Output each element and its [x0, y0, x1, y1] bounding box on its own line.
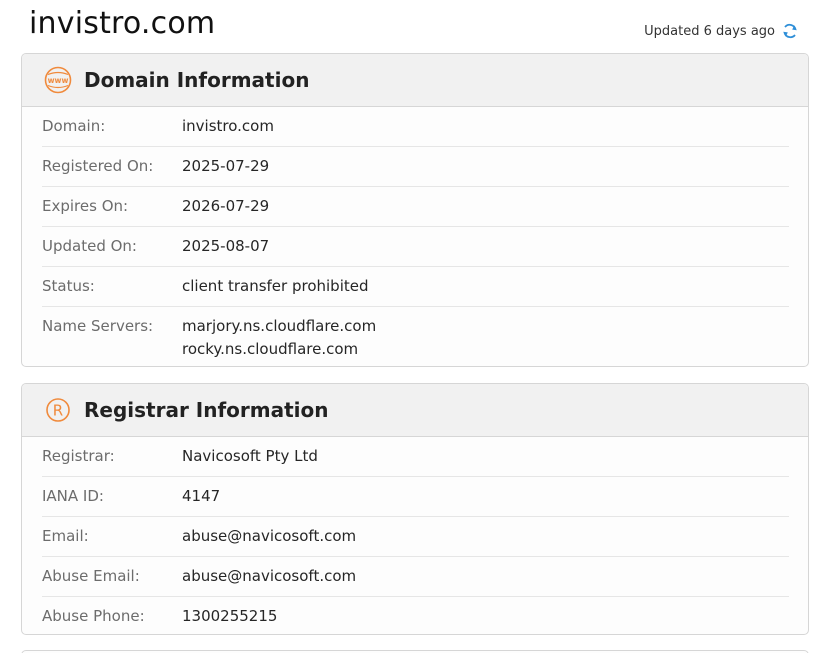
value-updated-on: 2025-08-07: [182, 237, 270, 255]
value-name-servers: marjory.ns.cloudflare.com rocky.ns.cloud…: [182, 315, 376, 361]
value-expires-on: 2026-07-29: [182, 197, 270, 215]
updated-status: Updated 6 days ago: [644, 22, 799, 40]
label-expires-on: Expires On:: [42, 197, 129, 215]
refresh-icon[interactable]: [781, 22, 799, 40]
registrar-information-card: R Registrar Information Registrar: Navic…: [21, 383, 809, 635]
row-registrar: Registrar: Navicosoft Pty Ltd: [42, 437, 789, 477]
value-abuse-phone: 1300255215: [182, 607, 278, 625]
label-name-servers: Name Servers:: [42, 317, 154, 335]
domain-information-header: www Domain Information: [22, 54, 808, 107]
domain-information-title: Domain Information: [84, 68, 310, 92]
page-title: invistro.com: [29, 6, 216, 41]
label-abuse-email: Abuse Email:: [42, 567, 140, 585]
row-status: Status: client transfer prohibited: [42, 267, 789, 307]
registrar-information-header: R Registrar Information: [22, 384, 808, 437]
label-iana-id: IANA ID:: [42, 487, 104, 505]
header: invistro.com Updated 6 days ago: [29, 4, 799, 48]
row-expires-on: Expires On: 2026-07-29: [42, 187, 789, 227]
value-status: client transfer prohibited: [182, 277, 369, 295]
label-registered-on: Registered On:: [42, 157, 154, 175]
domain-information-card: www Domain Information Domain: invistro.…: [21, 53, 809, 367]
value-abuse-email: abuse@navicosoft.com: [182, 567, 357, 585]
svg-text:www: www: [48, 76, 69, 85]
value-email: abuse@navicosoft.com: [182, 527, 357, 545]
row-iana-id: IANA ID: 4147: [42, 477, 789, 517]
label-updated-on: Updated On:: [42, 237, 137, 255]
value-domain: invistro.com: [182, 117, 274, 135]
name-server-2: rocky.ns.cloudflare.com: [182, 340, 359, 358]
label-registrar: Registrar:: [42, 447, 115, 465]
label-domain: Domain:: [42, 117, 106, 135]
registrar-information-rows: Registrar: Navicosoft Pty Ltd IANA ID: 4…: [22, 437, 808, 634]
value-registrar: Navicosoft Pty Ltd: [182, 447, 318, 465]
www-globe-icon: www: [44, 66, 72, 94]
row-email: Email: abuse@navicosoft.com: [42, 517, 789, 557]
registered-trademark-icon: R: [44, 396, 72, 424]
label-status: Status:: [42, 277, 95, 295]
whois-page: invistro.com Updated 6 days ago www Doma…: [0, 0, 821, 653]
label-abuse-phone: Abuse Phone:: [42, 607, 145, 625]
svg-text:R: R: [53, 402, 63, 420]
updated-text: Updated 6 days ago: [644, 23, 775, 39]
row-domain: Domain: invistro.com: [42, 107, 789, 147]
row-name-servers: Name Servers: marjory.ns.cloudflare.com …: [42, 307, 789, 366]
row-abuse-phone: Abuse Phone: 1300255215: [42, 597, 789, 634]
row-abuse-email: Abuse Email: abuse@navicosoft.com: [42, 557, 789, 597]
name-server-1: marjory.ns.cloudflare.com: [182, 317, 377, 335]
domain-information-rows: Domain: invistro.com Registered On: 2025…: [22, 107, 808, 366]
value-iana-id: 4147: [182, 487, 221, 505]
row-registered-on: Registered On: 2025-07-29: [42, 147, 789, 187]
value-registered-on: 2025-07-29: [182, 157, 270, 175]
registrar-information-title: Registrar Information: [84, 398, 329, 422]
row-updated-on: Updated On: 2025-08-07: [42, 227, 789, 267]
label-email: Email:: [42, 527, 89, 545]
